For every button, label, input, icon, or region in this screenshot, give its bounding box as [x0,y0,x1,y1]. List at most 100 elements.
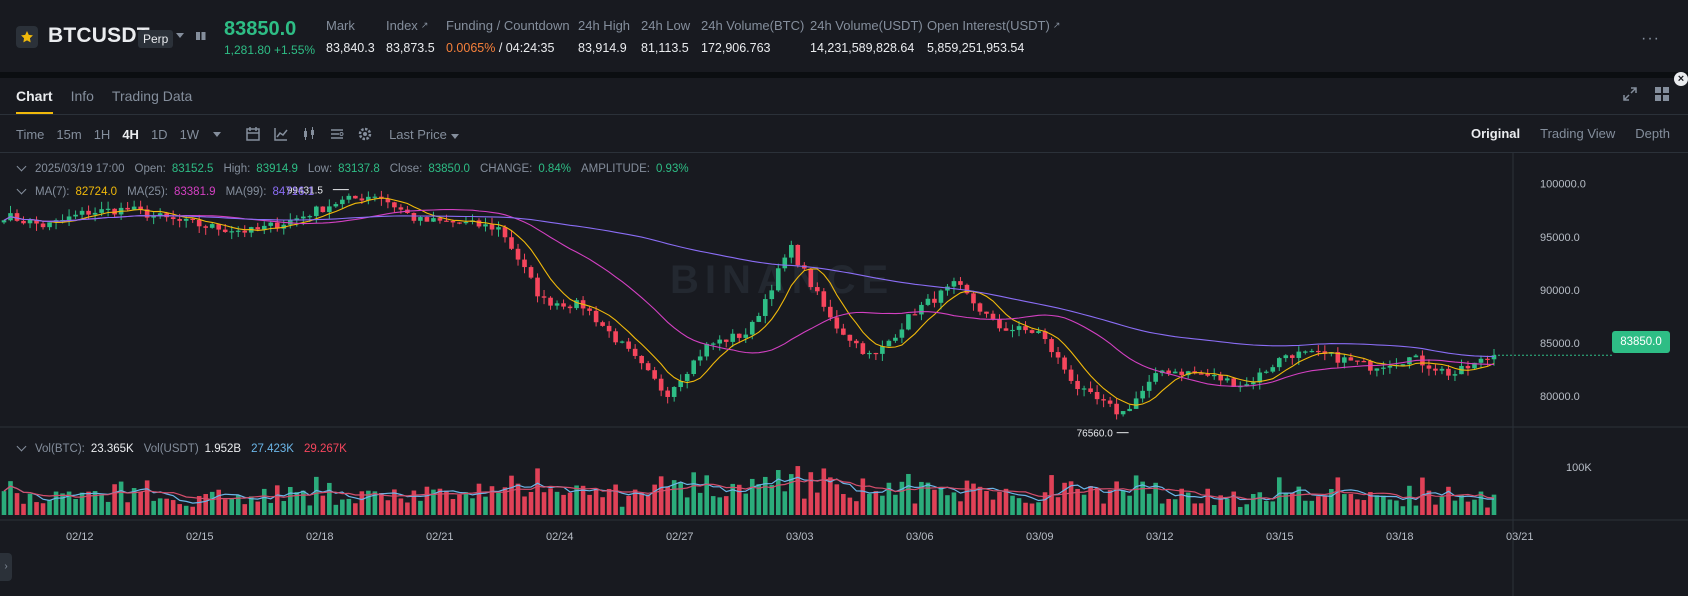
volume-bar-down [476,483,482,515]
stat-index[interactable]: Index ↗ 83,873.5 [386,18,435,55]
candle-down [1446,368,1451,376]
fullscreen-icon[interactable] [1622,86,1638,102]
volume-bar-down [841,494,846,515]
volume-bar-down [144,480,150,515]
interval-time[interactable]: Time [16,127,44,142]
interval-15m[interactable]: 15m [56,127,81,142]
stat-24h-low: 24h Low 81,113.5 [641,18,690,55]
time-axis-tick: 03/21 [1506,531,1534,543]
view-original[interactable]: Original [1471,126,1520,141]
volume-bar-down [828,477,833,515]
interval-1w[interactable]: 1W [180,127,200,142]
ma-legend: MA(7): 82724.0 MA(25): 83381.9 MA(99): 8471… [16,184,314,198]
more-options-icon[interactable]: ··· [1641,30,1660,48]
volume-bar-down [242,504,248,515]
candle-down [1198,373,1204,375]
candle-down [632,348,638,356]
tab-chart[interactable]: Chart [16,88,53,114]
volume-bar-down [1055,497,1061,515]
volume-bar-down [177,504,182,515]
candle-down [1485,358,1490,360]
book-icon[interactable] [196,31,206,41]
volume-bar-down [834,484,840,515]
candle-down [476,220,482,227]
template-icon[interactable] [329,126,345,142]
candle-down [457,222,462,224]
candle-up [951,281,957,287]
volume-bar-up [951,492,957,515]
volume-bar-up [867,493,872,515]
vol-usdt: 1.952B [204,443,242,455]
vol-ma1: 27.423K [251,443,294,455]
candle-up [743,334,749,338]
interval-1d[interactable]: 1D [151,127,168,142]
vol-btc-label: Vol(BTC): [35,443,85,455]
stat-open-interest[interactable]: Open Interest(USDT) ↗ 5,859,251,953.54 [927,18,1060,55]
interval-4h[interactable]: 4H [122,127,139,142]
layout-grid-icon[interactable] [1654,86,1670,102]
tab-trading-data[interactable]: Trading Data [112,88,192,114]
collapse-chevron-icon[interactable] [16,161,27,172]
indicator-icon[interactable] [273,126,289,142]
volume-bar-down [567,492,573,515]
candle-down [509,237,514,249]
favorite-star-icon[interactable] [16,26,38,48]
candle-type-icon[interactable] [301,126,317,142]
volume-bar-down [1231,491,1237,515]
stat-label: 24h Volume(BTC) [701,18,805,33]
candle-down [1068,369,1074,381]
candle-down [535,277,540,297]
ohlc-high: 83914.9 [256,163,298,175]
candle-up [684,374,690,381]
volume-bar-up [73,498,78,515]
scroll-left-handle[interactable]: › [0,553,12,581]
close-icon[interactable]: × [1674,72,1688,86]
current-price-tag: 83850.0 [1612,331,1670,353]
candle-down [170,217,176,220]
volume-bar-up [1237,506,1243,515]
candle-up [1133,398,1139,409]
volume-bar-down [1485,507,1490,515]
view-depth[interactable]: Depth [1635,126,1670,141]
volume-bar-down [1361,500,1367,515]
calendar-icon[interactable] [245,126,261,142]
stat-label: Mark [326,18,355,33]
tab-info[interactable]: Info [71,88,94,114]
symbol-name[interactable]: BTCUSDT [48,24,150,48]
time-axis-tick: 02/18 [306,531,334,543]
candle-down [489,224,495,230]
candle-down [203,226,209,228]
candle-up [1,220,7,223]
ma7-value: 82724.0 [75,186,118,198]
candle-down [1355,360,1360,362]
time-axis-tick: 02/15 [186,531,214,543]
candle-down [639,355,644,364]
time-axis-tick: 03/15 [1266,531,1294,543]
collapse-chevron-icon[interactable] [16,441,27,452]
interval-1h[interactable]: 1H [94,127,111,142]
candle-up [1153,373,1158,382]
settings-icon[interactable] [357,126,373,142]
view-trading-view[interactable]: Trading View [1540,126,1615,141]
volume-bar-down [984,490,989,515]
volume-bar-up [307,505,313,515]
candle-down [1316,350,1321,353]
candle-down [1003,328,1009,331]
candle-up [27,219,33,224]
price-type-select[interactable]: Last Price [389,127,459,142]
candlestick-chart[interactable]: BINANCE100000.095000.090000.085000.08000… [0,153,1688,596]
candle-down [1114,403,1119,415]
candle-up [1342,357,1347,363]
interval-more-chevron-icon[interactable] [213,131,222,137]
symbol-dropdown-chevron-icon[interactable] [176,33,184,38]
contract-type-badge: Perp [138,30,174,48]
collapse-chevron-icon[interactable] [16,184,27,195]
chart-area[interactable]: BINANCE 100000.0 95000.0 90000.0 85000.0 8000… [0,153,1688,596]
volume-bar-up [697,492,703,515]
volume-bar-up [1244,504,1250,515]
ohlc-change: 0.84% [538,163,571,175]
candle-up [418,217,423,221]
volume-bar-up [762,476,768,515]
volume-bar-down [112,484,117,515]
candle-up [1309,350,1315,353]
